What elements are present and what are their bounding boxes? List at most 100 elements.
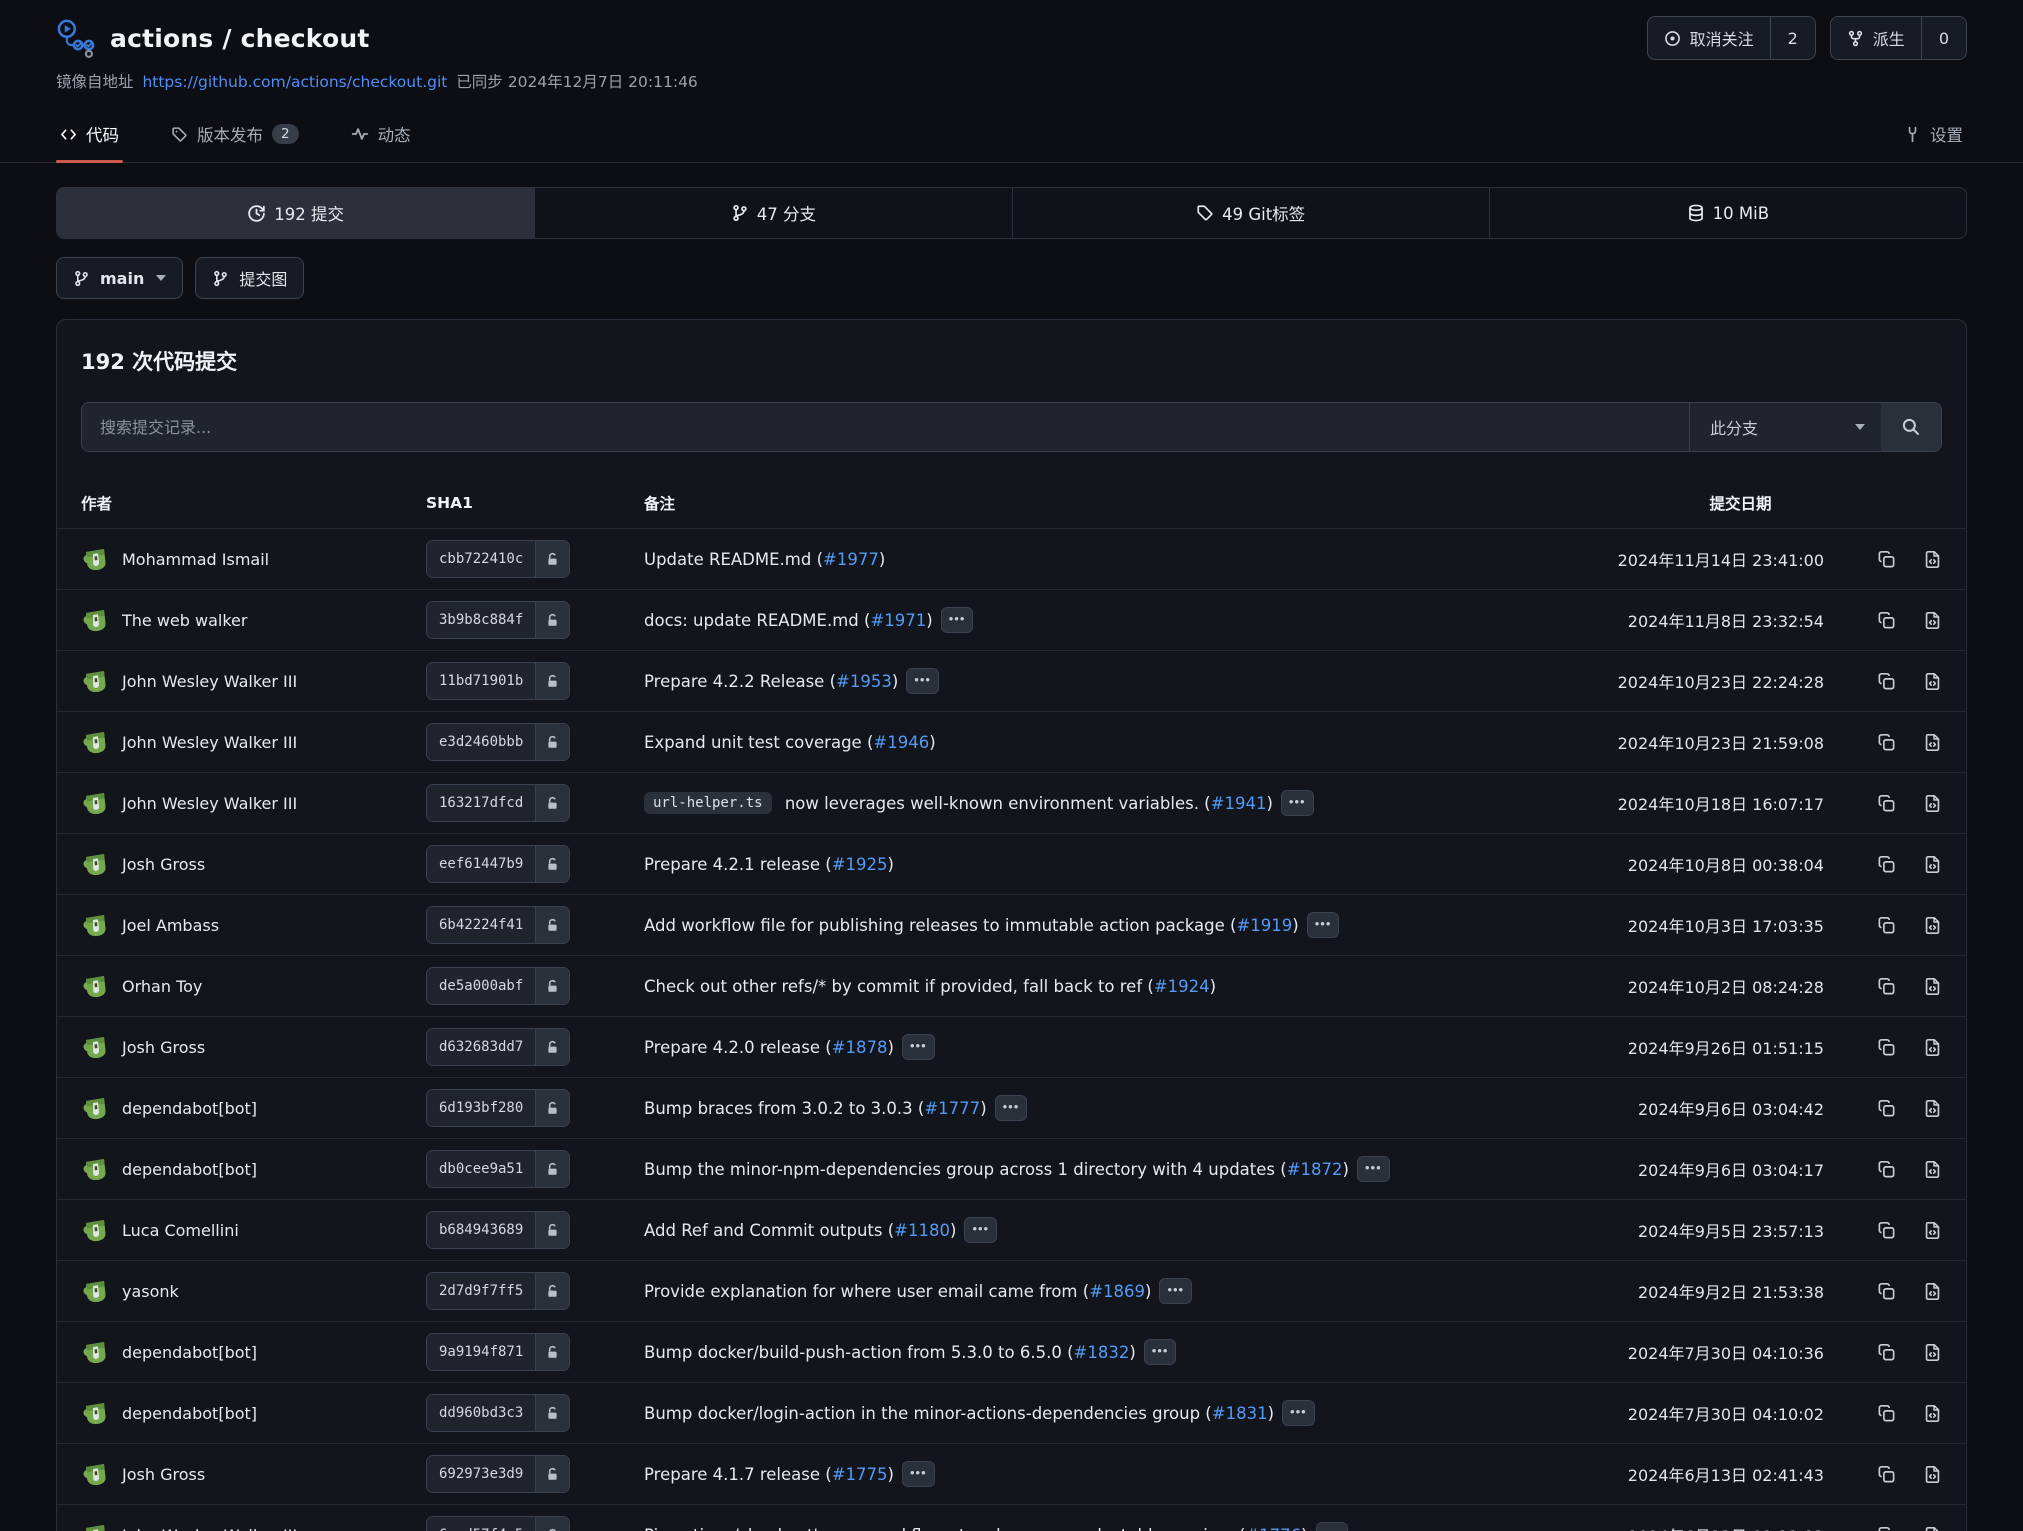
view-source-at-commit-icon[interactable] — [1923, 1099, 1942, 1118]
commit-author-name[interactable]: dependabot[bot] — [122, 1343, 257, 1362]
commit-sha-badge[interactable]: dd960bd3c3 — [426, 1394, 570, 1432]
copy-sha-icon[interactable] — [1877, 1526, 1896, 1531]
view-source-at-commit-icon[interactable] — [1923, 1526, 1942, 1531]
search-input[interactable] — [82, 403, 1689, 451]
view-source-at-commit-icon[interactable] — [1923, 855, 1942, 874]
expand-commit-body-button[interactable]: ••• — [964, 1217, 997, 1243]
view-source-at-commit-icon[interactable] — [1923, 794, 1942, 813]
expand-commit-body-button[interactable]: ••• — [995, 1095, 1028, 1121]
issue-link[interactable]: #1776 — [1245, 1526, 1301, 1531]
commit-sha-badge[interactable]: 3b9b8c884f — [426, 601, 570, 639]
copy-sha-icon[interactable] — [1877, 611, 1896, 630]
tab-activity[interactable]: 动态 — [347, 106, 415, 162]
commit-sha-badge[interactable]: 11bd71901b — [426, 662, 570, 700]
commit-author-name[interactable]: dependabot[bot] — [122, 1404, 257, 1423]
stat-tags[interactable]: 49 Git标签 — [1012, 188, 1489, 238]
copy-sha-icon[interactable] — [1877, 1465, 1896, 1484]
commit-author-name[interactable]: Josh Gross — [122, 1465, 205, 1484]
issue-link[interactable]: #1946 — [873, 733, 929, 752]
commit-sha-badge[interactable]: db0cee9a51 — [426, 1150, 570, 1188]
forks-count[interactable]: 0 — [1921, 17, 1966, 59]
issue-link[interactable]: #1775 — [832, 1465, 888, 1484]
page-title[interactable]: actions / checkout — [110, 24, 369, 53]
commit-author-name[interactable]: John Wesley Walker III — [122, 672, 297, 691]
commit-author-name[interactable]: dependabot[bot] — [122, 1160, 257, 1179]
commit-author-name[interactable]: Mohammad Ismail — [122, 550, 269, 569]
copy-sha-icon[interactable] — [1877, 794, 1896, 813]
commit-author-name[interactable]: John Wesley Walker III — [122, 1526, 297, 1531]
commit-author-name[interactable]: Joel Ambass — [122, 916, 219, 935]
view-source-at-commit-icon[interactable] — [1923, 733, 1942, 752]
view-source-at-commit-icon[interactable] — [1923, 1343, 1942, 1362]
commit-sha-badge[interactable]: 2d7d9f7ff5 — [426, 1272, 570, 1310]
issue-link[interactable]: #1831 — [1212, 1404, 1268, 1423]
expand-commit-body-button[interactable]: ••• — [1357, 1156, 1390, 1182]
commit-author-name[interactable]: Orhan Toy — [122, 977, 202, 996]
commit-sha-badge[interactable]: d632683dd7 — [426, 1028, 570, 1066]
commit-author-name[interactable]: dependabot[bot] — [122, 1099, 257, 1118]
commit-sha-badge[interactable]: b684943689 — [426, 1211, 570, 1249]
issue-link[interactable]: #1832 — [1074, 1343, 1130, 1362]
copy-sha-icon[interactable] — [1877, 1099, 1896, 1118]
expand-commit-body-button[interactable]: ••• — [906, 668, 939, 694]
issue-link[interactable]: #1869 — [1089, 1282, 1145, 1301]
issue-link[interactable]: #1924 — [1154, 977, 1210, 996]
copy-sha-icon[interactable] — [1877, 1343, 1896, 1362]
view-source-at-commit-icon[interactable] — [1923, 1465, 1942, 1484]
view-source-at-commit-icon[interactable] — [1923, 672, 1942, 691]
search-button[interactable] — [1881, 403, 1941, 451]
copy-sha-icon[interactable] — [1877, 1282, 1896, 1301]
copy-sha-icon[interactable] — [1877, 1160, 1896, 1179]
expand-commit-body-button[interactable]: ••• — [941, 607, 974, 633]
tab-releases[interactable]: 版本发布 2 — [167, 106, 303, 162]
expand-commit-body-button[interactable]: ••• — [902, 1034, 935, 1060]
view-source-at-commit-icon[interactable] — [1923, 916, 1942, 935]
watchers-count[interactable]: 2 — [1770, 17, 1815, 59]
tab-code[interactable]: 代码 — [56, 106, 123, 162]
issue-link[interactable]: #1971 — [870, 611, 926, 630]
commit-sha-badge[interactable]: 692973e3d9 — [426, 1455, 570, 1493]
commit-sha-badge[interactable]: eef61447b9 — [426, 845, 570, 883]
commit-author-name[interactable]: John Wesley Walker III — [122, 733, 297, 752]
stat-commits[interactable]: 192 提交 — [57, 188, 534, 238]
copy-sha-icon[interactable] — [1877, 916, 1896, 935]
issue-link[interactable]: #1777 — [924, 1099, 980, 1118]
view-source-at-commit-icon[interactable] — [1923, 550, 1942, 569]
copy-sha-icon[interactable] — [1877, 1038, 1896, 1057]
commit-sha-badge[interactable]: 6b42224f41 — [426, 906, 570, 944]
view-source-at-commit-icon[interactable] — [1923, 1404, 1942, 1423]
commit-author-name[interactable]: The web walker — [122, 611, 247, 630]
stat-size[interactable]: 10 MiB — [1489, 188, 1966, 238]
copy-sha-icon[interactable] — [1877, 672, 1896, 691]
commit-sha-badge[interactable]: de5a000abf — [426, 967, 570, 1005]
expand-commit-body-button[interactable]: ••• — [1307, 912, 1340, 938]
issue-link[interactable]: #1977 — [823, 550, 879, 569]
view-source-at-commit-icon[interactable] — [1923, 611, 1942, 630]
expand-commit-body-button[interactable]: ••• — [902, 1461, 935, 1487]
issue-link[interactable]: #1941 — [1211, 794, 1267, 813]
expand-commit-body-button[interactable]: ••• — [1282, 1400, 1315, 1426]
commit-author-name[interactable]: yasonk — [122, 1282, 179, 1301]
view-source-at-commit-icon[interactable] — [1923, 977, 1942, 996]
commit-sha-badge[interactable]: 6ccd57f4c5 — [426, 1516, 570, 1531]
branch-selector[interactable]: main — [56, 257, 183, 299]
issue-link[interactable]: #1925 — [832, 855, 888, 874]
issue-link[interactable]: #1180 — [894, 1221, 950, 1240]
stat-branches[interactable]: 47 分支 — [534, 188, 1011, 238]
commit-sha-badge[interactable]: 163217dfcd — [426, 784, 570, 822]
commit-sha-badge[interactable]: 9a9194f871 — [426, 1333, 570, 1371]
view-source-at-commit-icon[interactable] — [1923, 1160, 1942, 1179]
commit-sha-badge[interactable]: cbb722410c — [426, 540, 570, 578]
commit-author-name[interactable]: John Wesley Walker III — [122, 794, 297, 813]
tab-settings[interactable]: 设置 — [1900, 106, 1967, 162]
copy-sha-icon[interactable] — [1877, 1404, 1896, 1423]
commit-author-name[interactable]: Josh Gross — [122, 855, 205, 874]
expand-commit-body-button[interactable]: ••• — [1159, 1278, 1192, 1304]
commit-sha-badge[interactable]: 6d193bf280 — [426, 1089, 570, 1127]
commit-author-name[interactable]: Josh Gross — [122, 1038, 205, 1057]
expand-commit-body-button[interactable]: ••• — [1144, 1339, 1177, 1365]
issue-link[interactable]: #1872 — [1287, 1160, 1343, 1179]
issue-link[interactable]: #1919 — [1236, 916, 1292, 935]
view-source-at-commit-icon[interactable] — [1923, 1221, 1942, 1240]
copy-sha-icon[interactable] — [1877, 1221, 1896, 1240]
